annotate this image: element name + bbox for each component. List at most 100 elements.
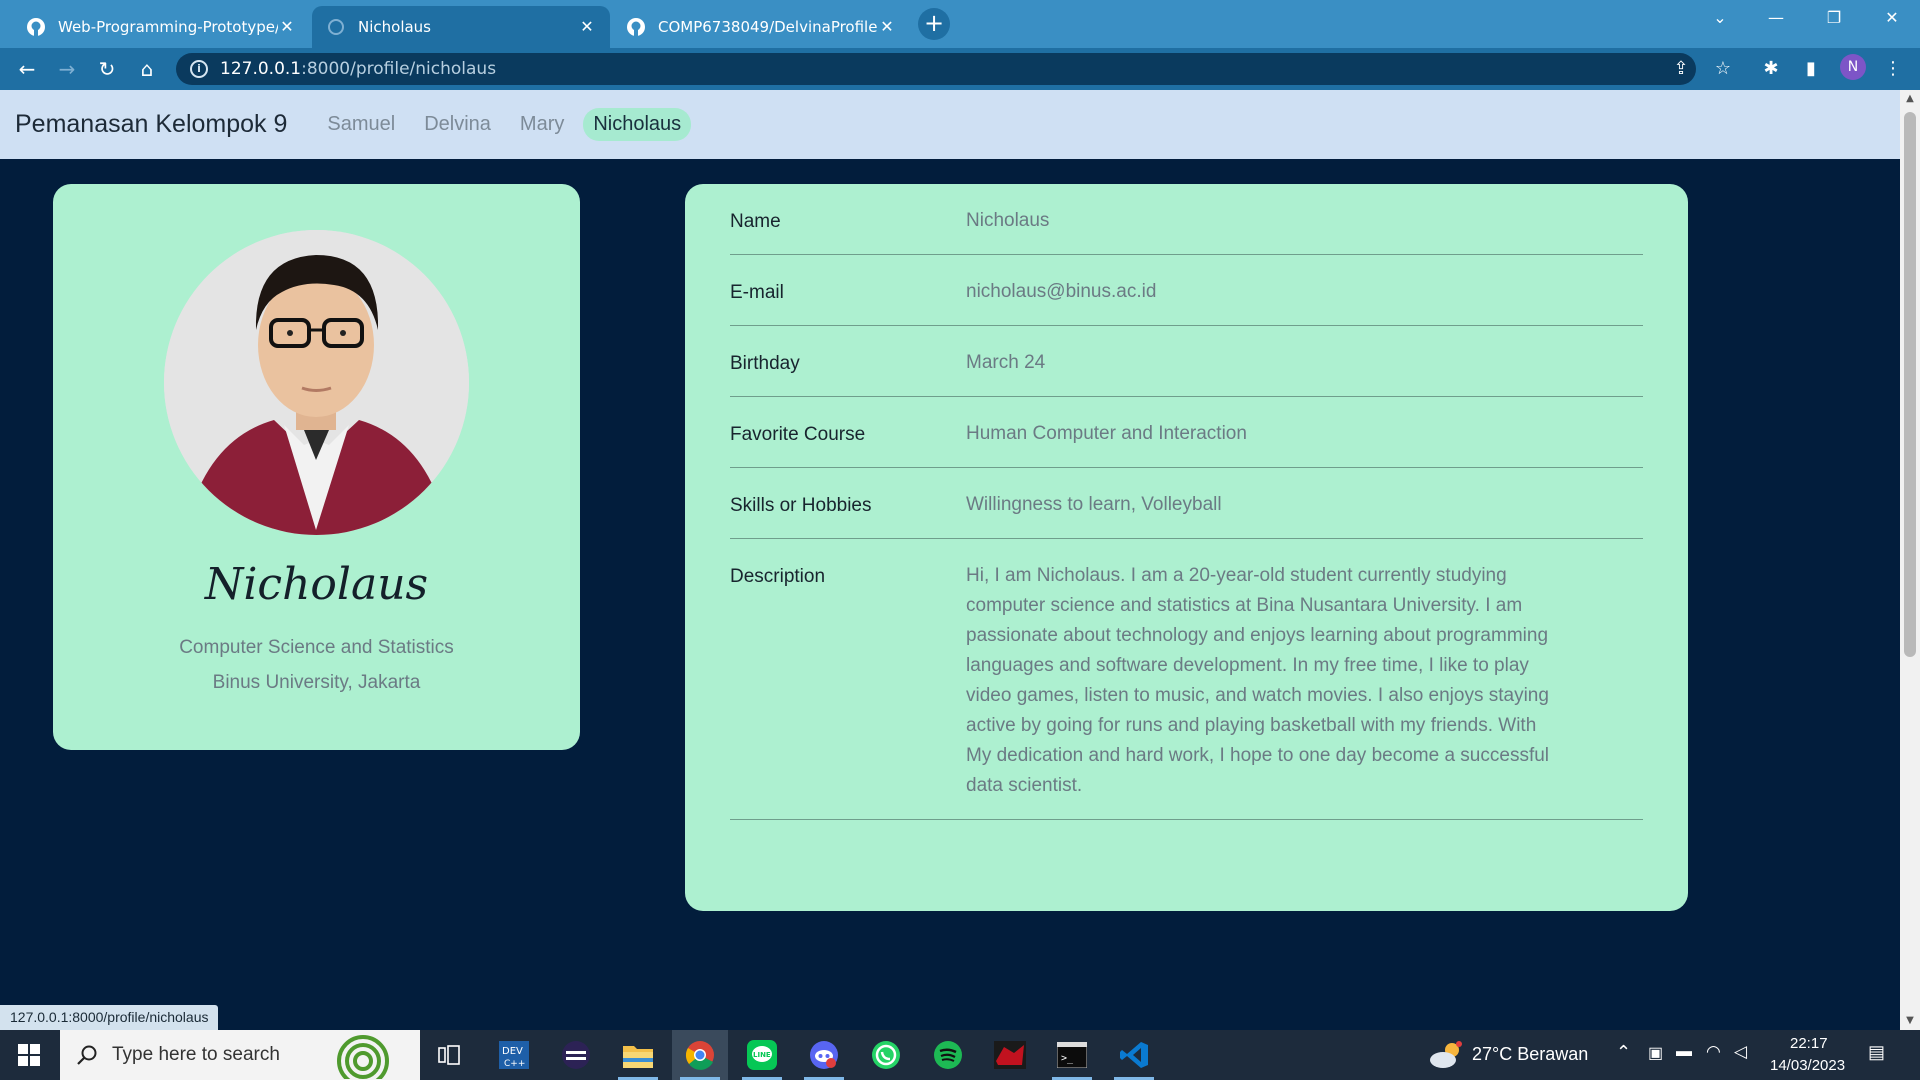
- browser-toolbar: ← → ↻ ⌂ i 127.0.0.1:8000/profile/nichola…: [0, 48, 1920, 90]
- tab-github-prototype[interactable]: Web-Programming-Prototype/ss ✕: [12, 6, 310, 48]
- search-highlight-icon: [337, 1035, 389, 1079]
- site-navbar: Pemanasan Kelompok 9 Samuel Delvina Mary…: [0, 90, 1900, 159]
- restore-button[interactable]: ❐: [1806, 0, 1862, 36]
- reload-icon[interactable]: ↻: [92, 54, 122, 84]
- eclipse-icon[interactable]: [548, 1030, 604, 1080]
- github-icon: [626, 17, 646, 37]
- speaker-icon[interactable]: ◁: [1734, 1042, 1747, 1062]
- url-path: :8000/profile/nicholaus: [301, 59, 497, 79]
- profile-card: Nicholaus Computer Science and Statistic…: [53, 184, 580, 750]
- link-status-hint: 127.0.0.1:8000/profile/nicholaus: [0, 1005, 219, 1030]
- share-icon[interactable]: ⇪: [1670, 58, 1692, 80]
- extensions-icon[interactable]: ✱: [1760, 58, 1782, 80]
- taskbar-search-input[interactable]: Type here to search: [60, 1030, 420, 1080]
- detail-value: March 24: [966, 352, 1046, 373]
- tab-title: COMP6738049/DelvinaProfile.jpg: [658, 18, 878, 36]
- detail-row-email: E-mail nicholaus@binus.ac.id: [730, 255, 1643, 326]
- close-icon[interactable]: ✕: [578, 18, 596, 36]
- profile-photo: [164, 230, 469, 535]
- menu-dots-icon[interactable]: ⋮: [1882, 58, 1904, 80]
- detail-value: Hi, I am Nicholaus. I am a 20-year-old s…: [966, 565, 1550, 796]
- page-loading-icon: [326, 17, 346, 37]
- close-icon[interactable]: ✕: [878, 18, 896, 36]
- scroll-down-arrow-icon[interactable]: ▼: [1900, 1012, 1920, 1030]
- whatsapp-icon[interactable]: [858, 1030, 914, 1080]
- tab-nicholaus[interactable]: Nicholaus ✕: [312, 6, 610, 48]
- detail-label: Favorite Course: [730, 424, 866, 445]
- clock-time[interactable]: 22:17: [1790, 1035, 1828, 1052]
- weather-text[interactable]: 27°C Berawan: [1472, 1044, 1588, 1065]
- chrome-icon[interactable]: [672, 1030, 728, 1080]
- profile-avatar[interactable]: N: [1840, 54, 1866, 80]
- meet-now-icon[interactable]: ▣: [1648, 1043, 1663, 1063]
- nav-link-samuel[interactable]: Samuel: [317, 108, 405, 141]
- tab-github-delvina[interactable]: COMP6738049/DelvinaProfile.jpg ✕: [612, 6, 910, 48]
- home-icon[interactable]: ⌂: [132, 54, 162, 84]
- tab-title: Web-Programming-Prototype/ss: [58, 18, 278, 36]
- task-view-icon[interactable]: [421, 1030, 477, 1080]
- svg-text:LINE: LINE: [753, 1051, 771, 1059]
- spotify-icon[interactable]: [920, 1030, 976, 1080]
- side-panel-icon[interactable]: ▮: [1800, 58, 1822, 80]
- new-tab-button[interactable]: +: [918, 8, 950, 40]
- windows-taskbar: Type here to search DEV C++ LINE >_ 27°C…: [0, 1030, 1920, 1080]
- nav-link-delvina[interactable]: Delvina: [414, 108, 501, 141]
- site-info-icon[interactable]: i: [190, 60, 208, 78]
- terminal-icon[interactable]: >_: [1044, 1030, 1100, 1080]
- bookmark-star-icon[interactable]: ☆: [1712, 58, 1734, 80]
- detail-row-favorite-course: Favorite Course Human Computer and Inter…: [730, 397, 1643, 468]
- detail-row-description: Description Hi, I am Nicholaus. I am a 2…: [730, 539, 1643, 820]
- detail-row-name: Name Nicholaus: [730, 184, 1643, 255]
- nav-link-mary[interactable]: Mary: [510, 108, 574, 141]
- detail-value: nicholaus@binus.ac.id: [966, 281, 1157, 302]
- vscode-icon[interactable]: [1106, 1030, 1162, 1080]
- search-placeholder: Type here to search: [112, 1044, 280, 1065]
- scrollbar-thumb[interactable]: [1904, 112, 1916, 657]
- nav-link-nicholaus[interactable]: Nicholaus: [583, 108, 692, 141]
- tab-title: Nicholaus: [358, 18, 432, 36]
- discord-icon[interactable]: [796, 1030, 852, 1080]
- back-arrow-icon[interactable]: ←: [12, 54, 42, 84]
- close-window-button[interactable]: ✕: [1864, 0, 1920, 36]
- browser-tab-bar: Web-Programming-Prototype/ss ✕ Nicholaus…: [0, 0, 1920, 48]
- weather-cloud-icon: [1430, 1041, 1462, 1068]
- detail-label: E-mail: [730, 282, 784, 303]
- detail-value: Nicholaus: [966, 210, 1050, 231]
- url-host: 127.0.0.1: [220, 59, 302, 79]
- tray-chevron-up-icon[interactable]: ⌃: [1616, 1042, 1631, 1063]
- search-icon: [77, 1045, 97, 1065]
- minimize-button[interactable]: —: [1748, 0, 1804, 36]
- address-bar[interactable]: i 127.0.0.1:8000/profile/nicholaus: [176, 53, 1696, 85]
- detail-label: Skills or Hobbies: [730, 495, 872, 516]
- profile-major: Computer Science and Statistics: [179, 637, 454, 658]
- close-icon[interactable]: ✕: [278, 18, 296, 36]
- svg-text:C++: C++: [504, 1059, 525, 1069]
- detail-label: Description: [730, 566, 826, 587]
- svg-text:DEV: DEV: [502, 1046, 523, 1057]
- battery-icon[interactable]: ▬: [1676, 1043, 1692, 1061]
- github-icon: [26, 17, 46, 37]
- site-brand[interactable]: Pemanasan Kelompok 9: [15, 110, 287, 139]
- windows-start-button[interactable]: [0, 1030, 58, 1080]
- detail-label: Birthday: [730, 353, 800, 374]
- detail-row-birthday: Birthday March 24: [730, 326, 1643, 397]
- profile-details-card: Name Nicholaus E-mail nicholaus@binus.ac…: [685, 184, 1688, 911]
- scroll-up-arrow-icon[interactable]: ▲: [1900, 90, 1920, 108]
- notification-icon[interactable]: ▤: [1868, 1042, 1885, 1063]
- profile-university: Binus University, Jakarta: [212, 672, 421, 693]
- tab-search-chevron-icon[interactable]: ⌄: [1692, 0, 1748, 36]
- forward-arrow-icon[interactable]: →: [52, 54, 82, 84]
- detail-row-skills: Skills or Hobbies Willingness to learn, …: [730, 468, 1643, 539]
- file-explorer-icon[interactable]: [610, 1030, 666, 1080]
- profile-name-heading: Nicholaus: [204, 559, 429, 610]
- game-icon[interactable]: [982, 1030, 1038, 1080]
- clock-date[interactable]: 14/03/2023: [1770, 1057, 1845, 1074]
- page-content: Nicholaus Computer Science and Statistic…: [0, 159, 1900, 1029]
- dev-cpp-icon[interactable]: DEV C++: [486, 1030, 542, 1080]
- windows-logo-icon: [18, 1044, 40, 1066]
- detail-label: Name: [730, 211, 781, 232]
- svg-text:>_: >_: [1061, 1053, 1074, 1064]
- wifi-icon[interactable]: ◠: [1706, 1042, 1721, 1062]
- line-icon[interactable]: LINE: [734, 1030, 790, 1080]
- detail-value: Willingness to learn, Volleyball: [966, 494, 1222, 515]
